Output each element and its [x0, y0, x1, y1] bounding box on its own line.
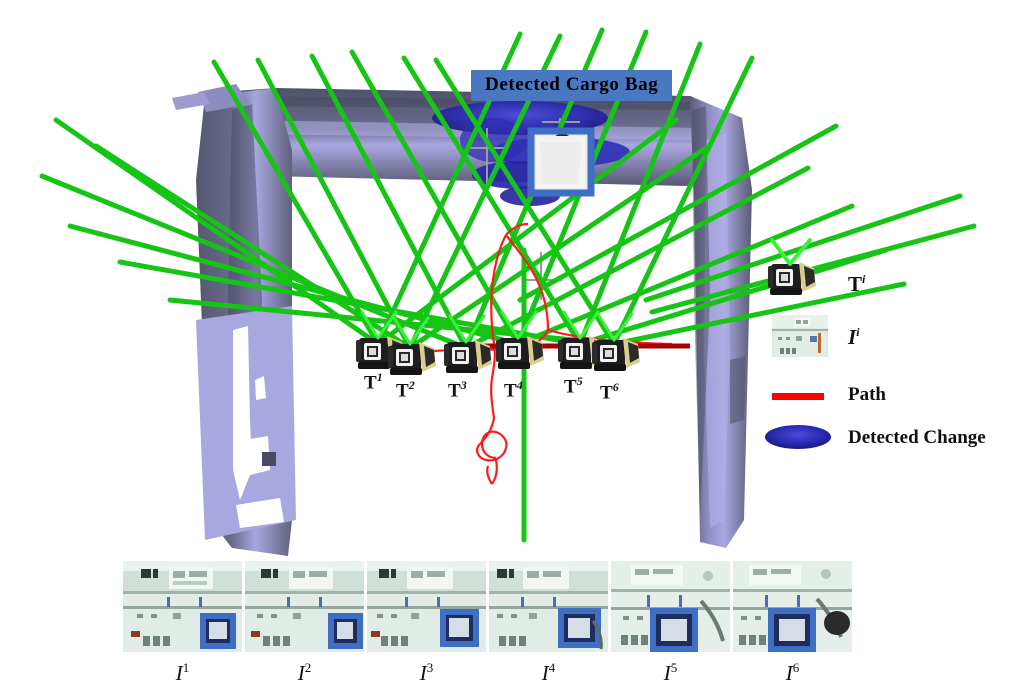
- filmstrip-caption-6: I6: [785, 660, 800, 685]
- filmstrip-thumb-4[interactable]: [489, 561, 608, 652]
- filmstrip-caption-5: I5: [663, 660, 678, 685]
- filmstrip-caption-4: I4: [541, 660, 556, 685]
- legend-change-swatch: [765, 425, 831, 449]
- legend-image-thumbnail: [772, 315, 828, 357]
- filmstrip-caption-2: I2: [297, 660, 312, 685]
- legend-label-path: Path: [848, 384, 886, 405]
- filmstrip-thumb-6[interactable]: [733, 561, 852, 652]
- filmstrip-thumb-2[interactable]: [245, 561, 364, 652]
- legend-robot-icon: [768, 262, 816, 295]
- legend-label-detected-change: Detected Change: [848, 427, 986, 448]
- figure-canvas: Detected Cargo Bag T1 T2 T3 T4 T5 T6 Ti …: [0, 0, 1013, 696]
- legend-path-swatch: [772, 393, 824, 400]
- filmstrip-thumb-5[interactable]: [611, 561, 730, 652]
- legend-label-image: Ii: [848, 325, 860, 349]
- filmstrip-thumb-1[interactable]: [123, 561, 242, 652]
- filmstrip-thumb-3[interactable]: [367, 561, 486, 652]
- filmstrip-caption-1: I1: [175, 660, 190, 685]
- legend-label-pose: Ti: [848, 272, 866, 296]
- filmstrip-caption-3: I3: [419, 660, 434, 685]
